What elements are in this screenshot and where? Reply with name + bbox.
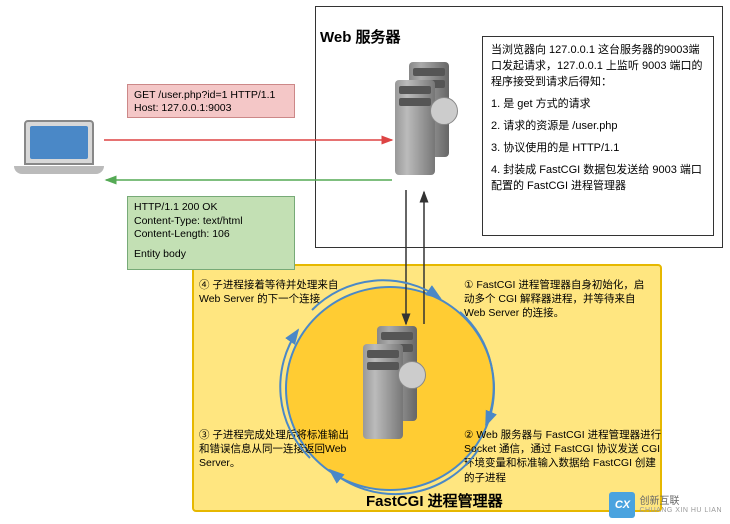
explain-intro: 当浏览器向 127.0.0.1 这台服务器的9003端口发起请求，127.0.0… [491, 43, 705, 91]
step-3-text: ③ 子进程完成处理后将标准输出和错误信息从同一连接返回Web Server。 [199, 428, 349, 471]
explain-item-3: 3. 协议使用的是 HTTP/1.1 [491, 141, 705, 157]
response-status: HTTP/1.1 200 OK [134, 201, 288, 215]
response-ctype: Content-Type: text/html [134, 215, 288, 229]
watermark-logo-icon: CX [609, 492, 635, 518]
fastcgi-title: FastCGI 进程管理器 [366, 490, 503, 511]
web-server-title: Web 服务器 [320, 26, 401, 47]
http-response-box: HTTP/1.1 200 OK Content-Type: text/html … [127, 196, 295, 270]
http-request-box: GET /user.php?id=1 HTTP/1.1 Host: 127.0.… [127, 84, 295, 118]
watermark-sub: CHUANG XIN HU LIAN [639, 507, 722, 515]
explain-item-1: 1. 是 get 方式的请求 [491, 97, 705, 113]
explain-item-4: 4. 封装成 FastCGI 数据包发送给 9003 端口配置的 FastCGI… [491, 163, 705, 195]
request-line: GET /user.php?id=1 HTTP/1.1 [134, 89, 288, 102]
step-1-text: ① FastCGI 进程管理器自身初始化，启动多个 CGI 解释器进程，并等待来… [464, 278, 654, 321]
watermark-name: 创新互联 [639, 496, 722, 507]
web-server-icon [395, 62, 450, 187]
explain-item-2: 2. 请求的资源是 /user.php [491, 119, 705, 135]
response-body: Entity body [134, 248, 288, 262]
explanation-box: 当浏览器向 127.0.0.1 这台服务器的9003端口发起请求，127.0.0… [482, 36, 714, 236]
step-2-text: ② Web 服务器与 FastCGI 进程管理器进行 Socket 通信，通过 … [464, 428, 662, 485]
watermark: CX 创新互联 CHUANG XIN HU LIAN [609, 492, 722, 518]
request-host: Host: 127.0.0.1:9003 [134, 102, 288, 115]
diagram-canvas: Web 服务器 FastCGI 进程管理器 GET /user.php?id=1… [0, 0, 730, 524]
fastcgi-server-icon [363, 326, 418, 451]
response-clen: Content-Length: 106 [134, 228, 288, 242]
step-4-text: ④ 子进程接着等待并处理来自 Web Server 的下一个连接 [199, 278, 349, 306]
client-laptop-icon [14, 120, 104, 180]
